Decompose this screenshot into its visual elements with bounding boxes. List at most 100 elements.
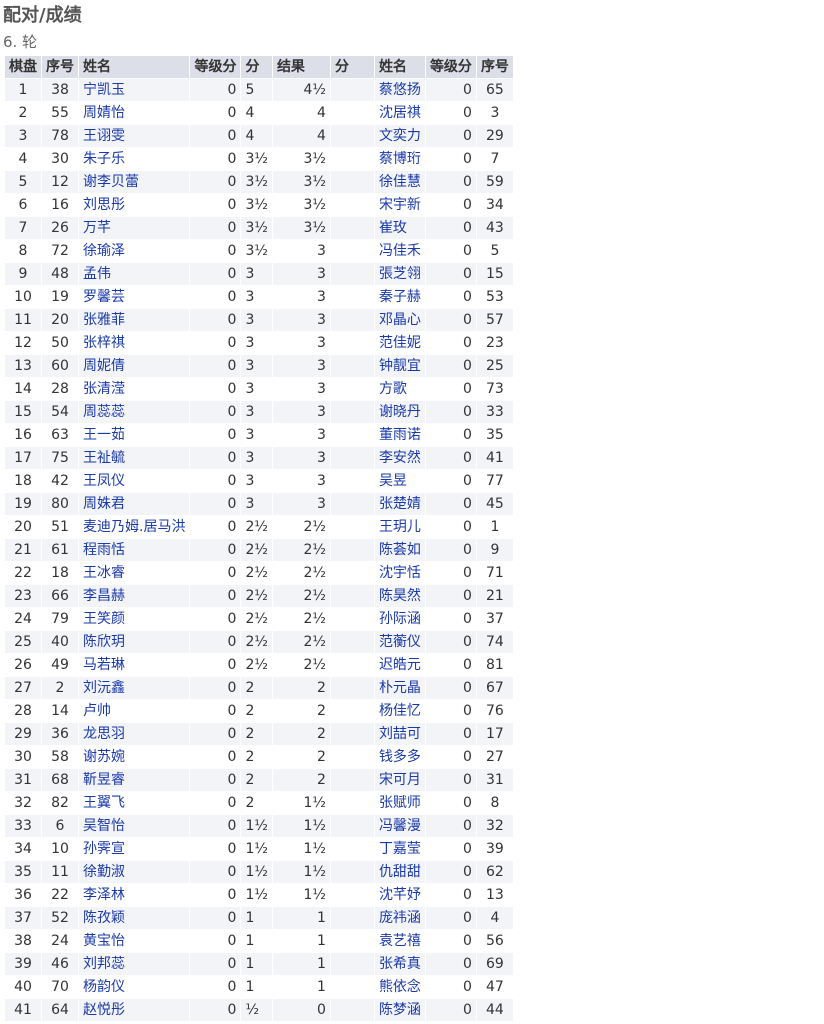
black-player-name[interactable]: 冯佳禾 — [374, 240, 425, 262]
white-player-name[interactable]: 周妮倩 — [79, 355, 190, 377]
black-player-name[interactable]: 徐佳慧 — [374, 171, 425, 193]
white-player-name[interactable]: 王一茹 — [79, 424, 190, 446]
white-player-name[interactable]: 刘邦蕊 — [79, 953, 190, 975]
white-player-name[interactable]: 孙霁宣 — [79, 838, 190, 860]
white-player-name[interactable]: 靳昱睿 — [79, 769, 190, 791]
white-player-name[interactable]: 程雨恬 — [79, 539, 190, 561]
black-player-name[interactable]: 宋可月 — [374, 769, 425, 791]
black-player-name[interactable]: 庞祎涵 — [374, 907, 425, 929]
white-player-name[interactable]: 徐勤淑 — [79, 861, 190, 883]
black-player-name[interactable]: 陈荟如 — [374, 539, 425, 561]
result: 3 — [272, 332, 330, 354]
white-player-name[interactable]: 龙思羽 — [79, 723, 190, 745]
white-player-name[interactable]: 王冰睿 — [79, 562, 190, 584]
black-player-name[interactable]: 沈宇恬 — [374, 562, 425, 584]
black-player-number: 1 — [476, 516, 513, 538]
black-player-name[interactable]: 蔡博珩 — [374, 148, 425, 170]
black-player-name[interactable]: 仇甜甜 — [374, 861, 425, 883]
black-player-name[interactable]: 秦子赫 — [374, 286, 425, 308]
black-player-name[interactable]: 迟皓元 — [374, 654, 425, 676]
white-player-name[interactable]: 李昌赫 — [79, 585, 190, 607]
black-player-name[interactable]: 朴元晶 — [374, 677, 425, 699]
white-player-name[interactable]: 卢帅 — [79, 700, 190, 722]
black-player-number: 4 — [476, 907, 513, 929]
white-player-name[interactable]: 宁凯玉 — [79, 79, 190, 101]
white-player-name[interactable]: 王祉毓 — [79, 447, 190, 469]
black-player-name[interactable]: 熊依念 — [374, 976, 425, 998]
black-player-name[interactable]: 钱多多 — [374, 746, 425, 768]
black-player-name[interactable]: 李安然 — [374, 447, 425, 469]
black-player-name[interactable]: 钟靓宜 — [374, 355, 425, 377]
black-player-name[interactable]: 蔡悠扬 — [374, 79, 425, 101]
black-player-name[interactable]: 董雨诺 — [374, 424, 425, 446]
white-player-points: 3 — [241, 309, 272, 331]
black-player-name[interactable]: 陈梦涵 — [374, 999, 425, 1021]
white-player-name[interactable]: 杨韵仪 — [79, 976, 190, 998]
white-player-number: 22 — [42, 884, 78, 906]
black-player-name[interactable]: 范佳妮 — [374, 332, 425, 354]
white-player-name[interactable]: 张梓祺 — [79, 332, 190, 354]
white-player-name[interactable]: 王诩雯 — [79, 125, 190, 147]
white-player-name[interactable]: 吴智怡 — [79, 815, 190, 837]
white-player-name[interactable]: 朱子乐 — [79, 148, 190, 170]
white-player-name[interactable]: 徐瑜泽 — [79, 240, 190, 262]
black-player-name[interactable]: 冯馨漫 — [374, 815, 425, 837]
table-row: 32 82 王翼飞 0 2 1½ 张赋师 0 8 — [5, 792, 513, 814]
black-player-name[interactable]: 王玥儿 — [374, 516, 425, 538]
black-player-name[interactable]: 邓晶心 — [374, 309, 425, 331]
black-player-name[interactable]: 张赋师 — [374, 792, 425, 814]
black-player-number: 69 — [476, 953, 513, 975]
black-player-name[interactable]: 刘喆可 — [374, 723, 425, 745]
white-player-name[interactable]: 谢苏婉 — [79, 746, 190, 768]
white-player-number: 6 — [42, 815, 78, 837]
black-player-name[interactable]: 杨佳忆 — [374, 700, 425, 722]
black-player-name[interactable]: 張芝翎 — [374, 263, 425, 285]
black-player-number: 13 — [476, 884, 513, 906]
white-player-name[interactable]: 周蕊蕊 — [79, 401, 190, 423]
white-player-name[interactable]: 赵悦彤 — [79, 999, 190, 1021]
black-player-name[interactable]: 谢晓丹 — [374, 401, 425, 423]
black-player-name[interactable]: 袁艺禧 — [374, 930, 425, 952]
black-player-name[interactable]: 吴昱 — [374, 470, 425, 492]
black-player-name[interactable]: 陈昊然 — [374, 585, 425, 607]
black-player-name[interactable]: 张希真 — [374, 953, 425, 975]
white-player-name[interactable]: 马若琳 — [79, 654, 190, 676]
white-player-name[interactable]: 张雅菲 — [79, 309, 190, 331]
black-player-name[interactable]: 张楚婧 — [374, 493, 425, 515]
white-player-name[interactable]: 刘思彤 — [79, 194, 190, 216]
white-player-name[interactable]: 张清滢 — [79, 378, 190, 400]
white-player-name[interactable]: 王凤仪 — [79, 470, 190, 492]
black-player-name[interactable]: 宋宇新 — [374, 194, 425, 216]
black-player-name[interactable]: 沈居祺 — [374, 102, 425, 124]
result: 3½ — [272, 217, 330, 239]
board-number: 36 — [5, 884, 41, 906]
black-player-number: 74 — [476, 631, 513, 653]
white-player-name[interactable]: 李泽林 — [79, 884, 190, 906]
black-player-name[interactable]: 孙际涵 — [374, 608, 425, 630]
table-row: 39 46 刘邦蕊 0 1 1 张希真 0 69 — [5, 953, 513, 975]
black-player-name[interactable]: 沈芊妤 — [374, 884, 425, 906]
white-player-name[interactable]: 刘沅鑫 — [79, 677, 190, 699]
white-player-name[interactable]: 黄宝怡 — [79, 930, 190, 952]
white-player-name[interactable]: 周婧怡 — [79, 102, 190, 124]
white-player-name[interactable]: 罗馨芸 — [79, 286, 190, 308]
white-player-number: 11 — [42, 861, 78, 883]
table-row: 12 50 张梓祺 0 3 3 范佳妮 0 23 — [5, 332, 513, 354]
white-player-name[interactable]: 王翼飞 — [79, 792, 190, 814]
black-player-name[interactable]: 方歌 — [374, 378, 425, 400]
white-player-name[interactable]: 陈孜颖 — [79, 907, 190, 929]
white-player-name[interactable]: 陈欣玥 — [79, 631, 190, 653]
black-player-name[interactable]: 范蘅仪 — [374, 631, 425, 653]
white-player-name[interactable]: 麦迪乃姆.居马洪 — [79, 516, 190, 538]
white-player-rating: 0 — [190, 401, 241, 423]
white-player-name[interactable]: 王笑颜 — [79, 608, 190, 630]
result: 1½ — [272, 884, 330, 906]
white-player-number: 20 — [42, 309, 78, 331]
white-player-name[interactable]: 孟伟 — [79, 263, 190, 285]
black-player-name[interactable]: 文奕力 — [374, 125, 425, 147]
black-player-name[interactable]: 丁嘉莹 — [374, 838, 425, 860]
white-player-name[interactable]: 谢李贝蕾 — [79, 171, 190, 193]
white-player-name[interactable]: 周姝君 — [79, 493, 190, 515]
black-player-name[interactable]: 崔玫 — [374, 217, 425, 239]
white-player-name[interactable]: 万芊 — [79, 217, 190, 239]
